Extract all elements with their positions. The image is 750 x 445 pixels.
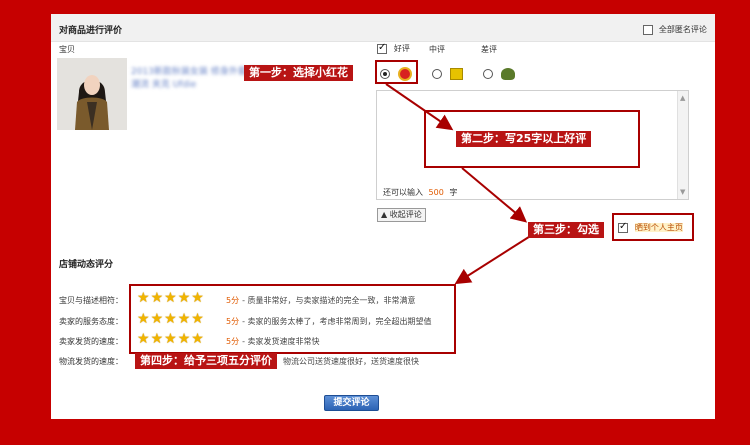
callout-step2: 第二步：写25字以上好评 [456,131,592,147]
arrow-step1-to-step2 [385,83,454,131]
arrow-step2-to-step3 [461,167,528,223]
callout-step4: 第四步：给予三项五分评价 [135,353,277,369]
callout-step1: 第一步：选择小红花 [244,65,353,81]
callout-step3: 第三步：勾选 [528,222,604,238]
arrows-overlay [385,83,533,285]
arrow-step3-to-step4 [454,234,533,285]
